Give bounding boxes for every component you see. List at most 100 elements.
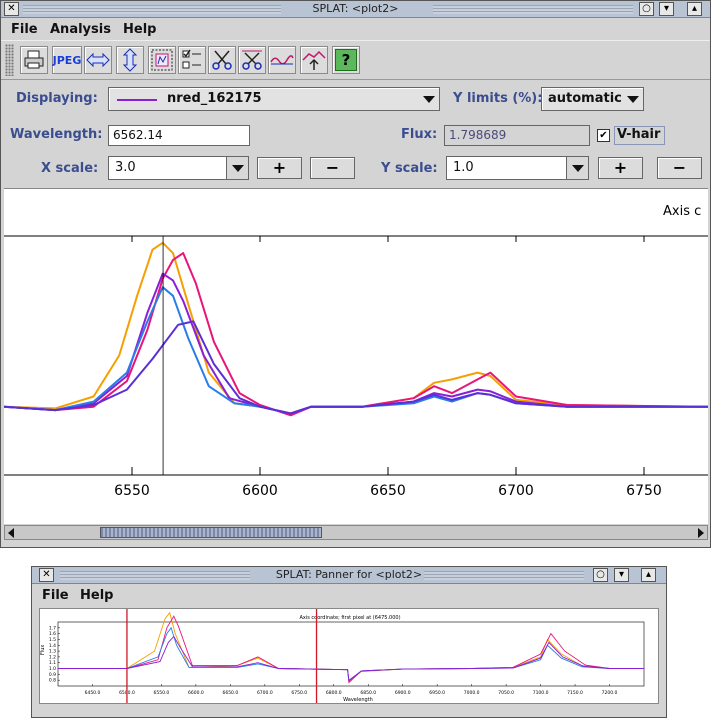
plot-annotation: Axis c [663, 204, 701, 219]
panner-chart[interactable]: Axis coordinate; first pixel at (6475.00… [40, 609, 659, 704]
panner-series-line [58, 611, 644, 683]
toolbar: JPEG ? [1, 40, 710, 80]
series-line-swatch [117, 99, 157, 101]
wavelength-field[interactable]: 6562.14 [108, 125, 250, 146]
panner-chart-title: Axis coordinate; first pixel at (6475.00… [299, 615, 400, 621]
flux-field: 1.798689 [444, 125, 590, 146]
panner-xlabel: Wavelength [343, 697, 373, 703]
flux-label: Flux: [401, 127, 438, 142]
xscale-select[interactable]: 3.0 [108, 156, 249, 180]
titlebar-stripes [424, 571, 584, 580]
restore-icon[interactable]: ○ [639, 2, 654, 16]
xscale-minus-button[interactable]: − [310, 157, 355, 179]
help-icon[interactable]: ? [332, 46, 360, 74]
scroll-right-icon[interactable] [698, 528, 704, 538]
fit-height-icon[interactable] [116, 46, 144, 74]
xscale-value[interactable]: 3.0 [115, 160, 136, 175]
yscale-dropdown[interactable] [566, 157, 588, 179]
fit-width-icon[interactable] [84, 46, 112, 74]
maximize-icon[interactable]: ▴ [641, 568, 656, 582]
controls-panel: Displaying: nred_162175 Y limits (%): au… [1, 81, 710, 187]
yscale-value[interactable]: 1.0 [453, 160, 474, 175]
yscale-label: Y scale: [381, 161, 438, 176]
panner-x-tick-label: 6800.0 [326, 690, 342, 696]
menubar: File Analysis Help [1, 19, 710, 39]
displaying-select[interactable]: nred_162175 [108, 87, 440, 111]
main-titlebar[interactable]: ✕ SPLAT: <plot2> ○ ▾ ▴ [1, 1, 710, 18]
panner-y-tick-label: 1.3 [49, 649, 56, 655]
titlebar-stripes [433, 5, 633, 14]
panner-y-tick-label: 0.8 [49, 678, 56, 684]
panner-series-line [58, 626, 644, 682]
panner-y-tick-label: 0.9 [49, 672, 56, 678]
zoom-region-icon[interactable] [148, 46, 176, 74]
menu-analysis[interactable]: Analysis [50, 22, 111, 37]
horizontal-scrollbar[interactable] [4, 525, 708, 540]
panner-x-tick-label: 7150.0 [567, 690, 583, 696]
displaying-value: nred_162175 [167, 91, 262, 106]
panner-x-tick-label: 6450.0 [85, 690, 101, 696]
minimize-icon[interactable]: ▾ [659, 2, 674, 16]
x-tick-label: 6550 [114, 483, 150, 499]
baseline-icon[interactable] [300, 46, 328, 74]
panner-x-tick-label: 6550.0 [154, 690, 170, 696]
panner-y-tick-label: 1.2 [49, 654, 56, 660]
panner-x-tick-label: 6850.0 [360, 690, 376, 696]
panner-x-tick-label: 6900.0 [395, 690, 411, 696]
spectrum-chart[interactable]: Axis c 6550 6600 6650 6700 6750 [4, 189, 708, 524]
panner-y-tick-label: 1.7 [49, 625, 56, 631]
scrollbar-thumb[interactable] [100, 527, 322, 538]
vhair-label[interactable]: V-hair [614, 126, 665, 145]
help-glyph: ? [335, 49, 357, 71]
vhair-checkbox[interactable]: ✔ [597, 129, 610, 142]
panner-y-tick-label: 1.0 [49, 666, 56, 672]
panner-y-tick-label: 1.1 [49, 660, 56, 666]
panner-frame [57, 621, 645, 687]
minimize-icon[interactable]: ▾ [614, 568, 629, 582]
panner-menu-file[interactable]: File [42, 588, 69, 603]
yscale-plus-button[interactable]: + [598, 157, 643, 179]
xscale-dropdown[interactable] [226, 157, 248, 179]
panner-menu-help[interactable]: Help [80, 588, 113, 603]
x-tick-label: 6750 [626, 483, 662, 499]
panner-titlebar[interactable]: ✕ SPLAT: Panner for <plot2> ○ ▾ ▴ [32, 567, 666, 584]
spectrum-plot[interactable]: Axis c 6550 6600 6650 6700 6750 [4, 188, 708, 524]
menu-file[interactable]: File [11, 22, 38, 37]
x-tick-label: 6650 [370, 483, 406, 499]
panner-x-tick-label: 6650.0 [222, 690, 238, 696]
panner-x-tick-label: 6600.0 [188, 690, 204, 696]
maximize-icon[interactable]: ▴ [687, 2, 702, 16]
displaying-label: Displaying: [16, 91, 98, 106]
panner-x-tick-label: 6950.0 [429, 690, 445, 696]
panner-y-tick-label: 1.6 [49, 631, 56, 637]
panner-y-tick-label: 1.5 [49, 637, 56, 643]
xscale-label: X scale: [41, 161, 99, 176]
scroll-left-icon[interactable] [8, 528, 14, 538]
xscale-plus-button[interactable]: + [257, 157, 302, 179]
panner-y-tick-label: 1.4 [49, 643, 56, 649]
panner-view-rectangle[interactable] [126, 609, 318, 704]
panner-x-tick-label: 7000.0 [464, 690, 480, 696]
panner-x-tick-label: 7100.0 [533, 690, 549, 696]
menu-help[interactable]: Help [123, 22, 156, 37]
panner-series-line [58, 635, 644, 682]
panner-plot[interactable]: Axis coordinate; first pixel at (6475.00… [39, 608, 659, 704]
yscale-select[interactable]: 1.0 [446, 156, 589, 180]
panner-series-line [58, 615, 644, 684]
restore-icon[interactable]: ○ [593, 568, 608, 582]
x-tick-label: 6600 [242, 483, 278, 499]
ylimits-select[interactable]: automatic [541, 87, 644, 111]
yscale-minus-button[interactable]: − [657, 157, 702, 179]
line-icon[interactable] [268, 46, 296, 74]
print-icon[interactable] [20, 46, 48, 74]
chevron-down-icon [627, 96, 639, 103]
cut-icon[interactable] [208, 46, 236, 74]
chevron-down-icon [232, 165, 244, 172]
panner-x-tick-label: 7200.0 [602, 690, 618, 696]
jpeg-icon[interactable]: JPEG [52, 46, 82, 74]
checklist-icon[interactable] [178, 46, 206, 74]
cut-region-icon[interactable] [238, 46, 266, 74]
panner-x-tick-label: 6750.0 [291, 690, 307, 696]
panner-x-tick-label: 6700.0 [257, 690, 273, 696]
toolbar-grip[interactable] [5, 44, 14, 76]
